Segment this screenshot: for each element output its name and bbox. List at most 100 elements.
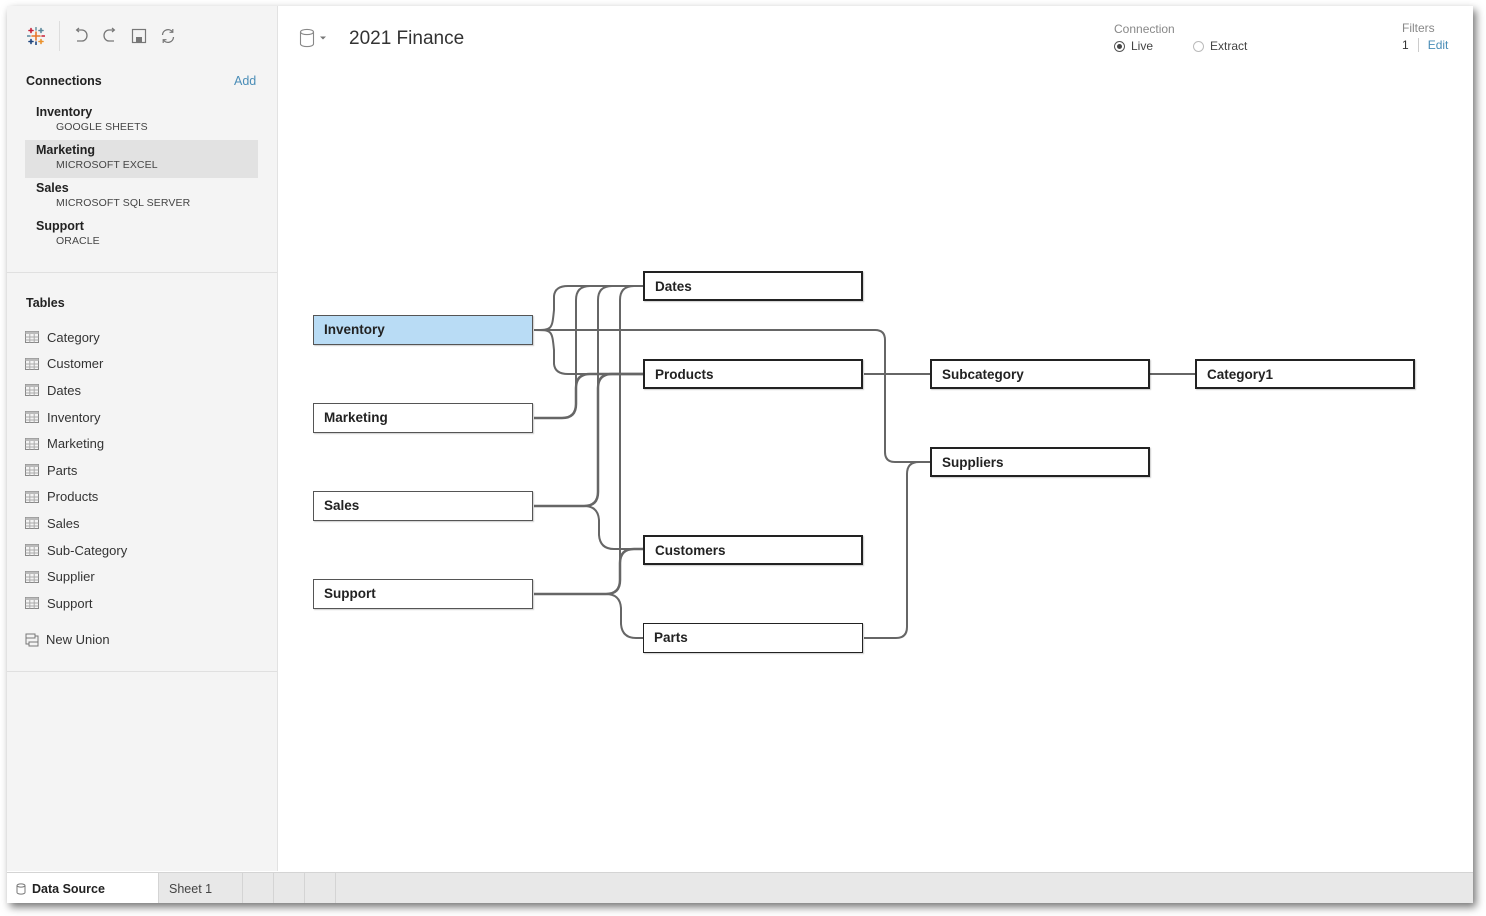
datasource-title[interactable]: 2021 Finance: [349, 28, 464, 50]
connection-item-support[interactable]: Support ORACLE: [25, 216, 258, 254]
tab-data-source[interactable]: Data Source: [7, 873, 159, 903]
table-node-dates[interactable]: Dates: [643, 271, 863, 301]
table-item[interactable]: Dates: [25, 377, 127, 404]
radio-selected-icon: [1114, 40, 1125, 52]
connection-name: Marketing: [36, 143, 96, 157]
table-item-label: Inventory: [47, 409, 101, 425]
connections-list: Inventory GOOGLE SHEETS Marketing MICROS…: [25, 102, 258, 254]
table-item-label: Dates: [47, 382, 81, 398]
table-item[interactable]: Supplier: [25, 563, 127, 590]
table-icon: [25, 464, 39, 477]
link-support-parts[interactable]: [605, 593, 643, 639]
connection-type: MICROSOFT EXCEL: [56, 159, 158, 171]
table-item[interactable]: Category: [25, 324, 127, 351]
table-item-label: Customer: [47, 356, 104, 372]
add-connection-link[interactable]: Add: [234, 74, 256, 88]
table-icon: [25, 437, 39, 450]
table-node-inventory[interactable]: Inventory: [313, 315, 533, 345]
link-sales-customers[interactable]: [583, 505, 643, 550]
table-item[interactable]: Marketing: [25, 430, 127, 457]
connection-name: Inventory: [36, 105, 93, 119]
table-item-label: Support: [47, 595, 93, 611]
database-icon: [16, 882, 26, 895]
toolbar: [25, 20, 186, 52]
table-node-subcategory[interactable]: Subcategory: [930, 359, 1150, 389]
link-marketing-dates[interactable]: [575, 285, 643, 388]
new-worksheet-tab[interactable]: [243, 873, 274, 903]
connection-name: Sales: [36, 181, 69, 195]
connection-options: Connection Live Extract: [1114, 22, 1247, 53]
link-support-customers[interactable]: [534, 547, 643, 596]
redo-icon[interactable]: [99, 25, 121, 47]
table-node-products[interactable]: Products: [643, 359, 863, 389]
table-item[interactable]: Sales: [25, 510, 127, 537]
connection-item-inventory[interactable]: Inventory GOOGLE SHEETS: [25, 102, 258, 140]
new-story-tab[interactable]: [305, 873, 336, 903]
connection-item-sales[interactable]: Sales MICROSOFT SQL SERVER: [25, 178, 258, 216]
table-item-label: Parts: [47, 462, 78, 478]
table-node-customers[interactable]: Customers: [643, 535, 863, 565]
extract-radio[interactable]: Extract: [1193, 39, 1247, 53]
relationship-canvas[interactable]: Inventory Marketing Sales Support Dates Produ…: [278, 56, 1473, 871]
new-dashboard-tab[interactable]: [274, 873, 305, 903]
table-item-label: Category: [47, 329, 100, 345]
toolbar-separator: [59, 21, 60, 51]
connection-item-marketing[interactable]: Marketing MICROSOFT EXCEL: [25, 140, 258, 178]
relationship-links: [533, 285, 1195, 639]
table-icon: [25, 597, 39, 610]
table-item[interactable]: Customer: [25, 351, 127, 378]
table-item-label: Sub-Category: [47, 542, 128, 558]
datasource-menu-button[interactable]: [299, 28, 327, 48]
table-icon: [25, 331, 39, 344]
left-sidebar: Connections Add Inventory GOOGLE SHEETS …: [7, 6, 278, 871]
link-inventory-products[interactable]: [533, 329, 643, 375]
filters-separator: [1417, 38, 1419, 52]
table-icon: [25, 411, 39, 424]
undo-icon[interactable]: [70, 25, 92, 47]
table-item[interactable]: Sub-Category: [25, 537, 127, 564]
table-node-category1[interactable]: Category1: [1195, 359, 1415, 389]
extract-label: Extract: [1210, 39, 1248, 53]
table-item-label: Sales: [47, 515, 80, 531]
table-item-label: Supplier: [47, 569, 95, 585]
link-support-dates[interactable]: [619, 285, 643, 563]
tables-heading: Tables: [26, 296, 65, 310]
live-label: Live: [1131, 39, 1154, 53]
link-sales-products[interactable]: [534, 372, 643, 508]
filters-label: Filters: [1402, 21, 1435, 35]
connection-label: Connection: [1114, 22, 1175, 36]
table-node-sales[interactable]: Sales: [313, 491, 533, 521]
table-item[interactable]: Support: [25, 590, 127, 617]
tab-label: Sheet 1: [169, 881, 213, 896]
radio-unselected-icon: [1193, 40, 1205, 52]
table-node-parts[interactable]: Parts: [643, 623, 863, 653]
table-item-label: Marketing: [47, 436, 105, 452]
live-radio[interactable]: Live: [1114, 39, 1153, 53]
table-icon: [25, 384, 39, 397]
save-icon[interactable]: [128, 25, 150, 47]
table-item[interactable]: Parts: [25, 457, 127, 484]
table-node-support[interactable]: Support: [313, 579, 533, 609]
new-union-button[interactable]: New Union: [25, 632, 110, 647]
link-inventory-suppliers[interactable]: [534, 329, 930, 463]
sidebar-divider: [7, 671, 277, 672]
link-parts-suppliers[interactable]: [864, 461, 930, 639]
table-node-marketing[interactable]: Marketing: [313, 403, 533, 433]
bottom-tab-bar: Data Source Sheet 1: [7, 872, 1473, 903]
table-item-label: Products: [47, 489, 99, 505]
refresh-icon[interactable]: [157, 25, 179, 47]
table-item[interactable]: Inventory: [25, 404, 127, 431]
link-marketing-products[interactable]: [534, 372, 643, 420]
tab-sheet-1[interactable]: Sheet 1: [159, 873, 243, 903]
connection-name: Support: [36, 219, 84, 233]
table-item[interactable]: Products: [25, 484, 127, 511]
table-icon: [25, 570, 39, 583]
tableau-logo-icon[interactable]: [25, 25, 47, 47]
edit-filters-link[interactable]: Edit: [1428, 38, 1449, 52]
sidebar-divider: [7, 272, 277, 273]
connection-type: GOOGLE SHEETS: [56, 121, 148, 133]
tables-list: Category Customer Dates Inventory Marketing P…: [25, 324, 127, 617]
link-inventory-dates[interactable]: [533, 285, 643, 331]
table-node-suppliers[interactable]: Suppliers: [930, 447, 1150, 477]
tab-label: Data Source: [32, 881, 105, 896]
